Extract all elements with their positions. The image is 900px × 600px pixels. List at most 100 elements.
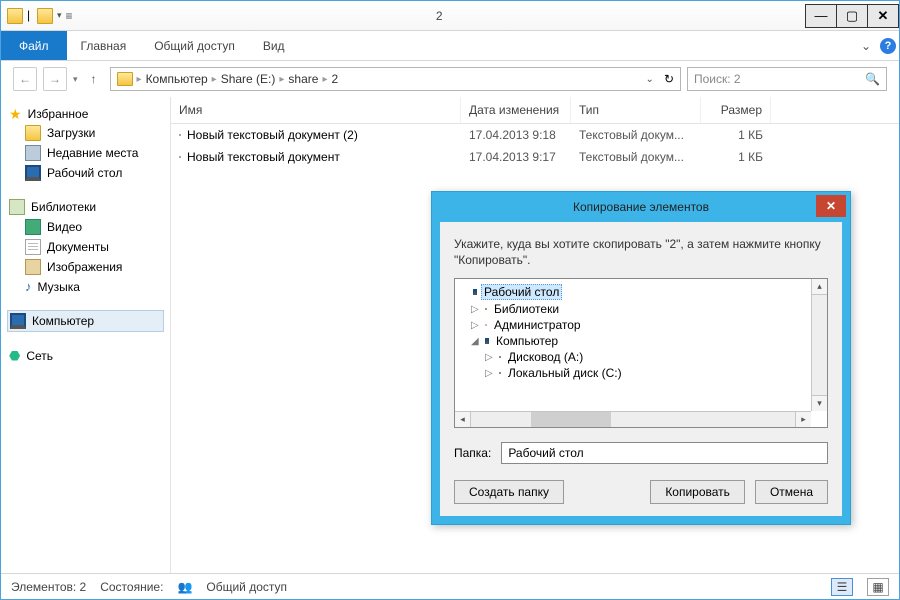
status-count: Элементов: 2 [11, 580, 86, 594]
minimize-button[interactable]: — [805, 4, 837, 28]
tree-item-desktop[interactable]: Рабочий стол [457, 283, 825, 301]
search-input[interactable]: Поиск: 2 🔍 [687, 67, 887, 91]
qat-overflow-icon[interactable]: ≡ [66, 9, 73, 23]
file-row[interactable]: Новый текстовый документ 17.04.2013 9:17… [171, 146, 899, 168]
dialog-close-button[interactable]: ✕ [816, 195, 846, 217]
scroll-down-icon[interactable]: ▾ [812, 395, 827, 411]
address-row: ← → ▾ ↑ ▸ Компьютер ▸ Share (E:) ▸ share… [1, 61, 899, 97]
expand-icon[interactable]: ▷ [485, 352, 495, 363]
folder-tree[interactable]: Рабочий стол ▷Библиотеки ▷Администратор … [454, 278, 828, 428]
address-bar[interactable]: ▸ Компьютер ▸ Share (E:) ▸ share ▸ 2 ⌄ ↻ [110, 67, 681, 91]
sidebar-item-music[interactable]: ♪Музыка [7, 277, 164, 296]
address-folder-icon [117, 72, 133, 86]
window-title: 2 [73, 9, 806, 23]
computer-icon [485, 338, 489, 344]
folder-input[interactable] [501, 442, 828, 464]
nav-forward-button[interactable]: → [43, 67, 67, 91]
crumb-current[interactable]: 2 [331, 72, 338, 86]
nav-back-button[interactable]: ← [13, 67, 37, 91]
qat-dropdown-icon[interactable]: ▾ [57, 10, 62, 21]
scroll-right-icon[interactable]: ▸ [795, 412, 811, 427]
nav-up-button[interactable]: ↑ [84, 72, 104, 86]
col-name[interactable]: Имя [171, 97, 461, 123]
ribbon-collapse-icon[interactable]: ⌄ [855, 31, 877, 60]
scroll-up-icon[interactable]: ▴ [812, 279, 827, 295]
drive-icon [499, 372, 501, 374]
ribbon-tab-share[interactable]: Общий доступ [140, 31, 249, 60]
tree-item-drive-c[interactable]: ▷Локальный диск (C:) [457, 365, 825, 381]
help-button[interactable]: ? [877, 31, 899, 60]
expand-icon[interactable]: ▷ [471, 304, 481, 315]
col-type[interactable]: Тип [571, 97, 701, 123]
crumb-share-e[interactable]: Share (E:) [221, 72, 276, 86]
help-icon: ? [880, 38, 896, 54]
file-row[interactable]: Новый текстовый документ (2) 17.04.2013 … [171, 124, 899, 146]
desktop-icon [473, 289, 477, 295]
sidebar-item-documents[interactable]: Документы [7, 237, 164, 257]
computer-icon [10, 313, 26, 329]
ribbon-tab-home[interactable]: Главная [67, 31, 141, 60]
close-button[interactable]: ✕ [867, 4, 899, 28]
crumb-computer[interactable]: Компьютер [146, 72, 208, 86]
crumb-sep-icon[interactable]: ▸ [322, 74, 327, 85]
crumb-sep-icon[interactable]: ▸ [212, 74, 217, 85]
crumb-sep-icon[interactable]: ▸ [279, 74, 284, 85]
nav-history-dropdown[interactable]: ▾ [73, 74, 78, 85]
tree-item-libraries[interactable]: ▷Библиотеки [457, 301, 825, 317]
library-icon [485, 308, 487, 310]
sidebar-computer[interactable]: Компьютер [7, 310, 164, 332]
sidebar: ★Избранное Загрузки Недавние места Рабоч… [1, 97, 171, 573]
folder-label: Папка: [454, 446, 491, 460]
tree-item-drive-a[interactable]: ▷Дисковод (A:) [457, 349, 825, 365]
refresh-button[interactable]: ↻ [664, 72, 674, 86]
collapse-icon[interactable]: ◢ [471, 336, 481, 347]
tree-vertical-scrollbar[interactable]: ▴ ▾ [811, 279, 827, 411]
status-state-label: Состояние: [100, 580, 163, 594]
sidebar-item-images[interactable]: Изображения [7, 257, 164, 277]
col-size[interactable]: Размер [701, 97, 771, 123]
dialog-instruction: Укажите, куда вы хотите скопировать "2",… [454, 236, 828, 268]
sidebar-item-video[interactable]: Видео [7, 217, 164, 237]
qat-separator: | [27, 8, 33, 24]
status-state-value: Общий доступ [206, 580, 287, 594]
text-file-icon [179, 134, 181, 136]
search-placeholder: Поиск: 2 [694, 72, 741, 86]
app-icon [7, 8, 23, 24]
copy-button[interactable]: Копировать [650, 480, 745, 504]
scroll-left-icon[interactable]: ◂ [455, 412, 471, 427]
titlebar: | ▾ ≡ 2 — ▢ ✕ [1, 1, 899, 31]
view-details-button[interactable]: ☰ [831, 578, 853, 596]
cancel-button[interactable]: Отмена [755, 480, 828, 504]
tree-item-computer[interactable]: ◢Компьютер [457, 333, 825, 349]
image-icon [25, 259, 41, 275]
tree-item-admin[interactable]: ▷Администратор [457, 317, 825, 333]
share-icon: 👥 [177, 580, 192, 594]
create-folder-button[interactable]: Создать папку [454, 480, 564, 504]
tree-horizontal-scrollbar[interactable]: ◂ ▸ [455, 411, 811, 427]
ribbon: Файл Главная Общий доступ Вид ⌄ ? [1, 31, 899, 61]
qat-open-icon[interactable] [37, 8, 53, 24]
sidebar-favorites[interactable]: ★Избранное [7, 105, 164, 123]
video-icon [25, 219, 41, 235]
expand-icon[interactable]: ▷ [485, 368, 495, 379]
col-date[interactable]: Дата изменения [461, 97, 571, 123]
maximize-button[interactable]: ▢ [836, 4, 868, 28]
sidebar-libraries[interactable]: Библиотеки [7, 197, 164, 217]
sidebar-item-recent[interactable]: Недавние места [7, 143, 164, 163]
ribbon-tab-view[interactable]: Вид [249, 31, 299, 60]
expand-icon[interactable]: ▷ [471, 320, 481, 331]
text-file-icon [179, 156, 181, 158]
ribbon-file[interactable]: Файл [1, 31, 67, 60]
library-icon [9, 199, 25, 215]
desktop-icon [25, 165, 41, 181]
view-icons-button[interactable]: ▦ [867, 578, 889, 596]
crumb-sep-icon: ▸ [137, 74, 142, 85]
dialog-title: Копирование элементов [573, 200, 709, 214]
crumb-share[interactable]: share [288, 72, 318, 86]
sidebar-item-downloads[interactable]: Загрузки [7, 123, 164, 143]
address-dropdown-icon[interactable]: ⌄ [646, 74, 654, 85]
sidebar-item-desktop[interactable]: Рабочий стол [7, 163, 164, 183]
sidebar-network[interactable]: ⬣Сеть [7, 346, 164, 366]
scroll-thumb[interactable] [531, 412, 611, 427]
dialog-titlebar[interactable]: Копирование элементов ✕ [432, 192, 850, 222]
